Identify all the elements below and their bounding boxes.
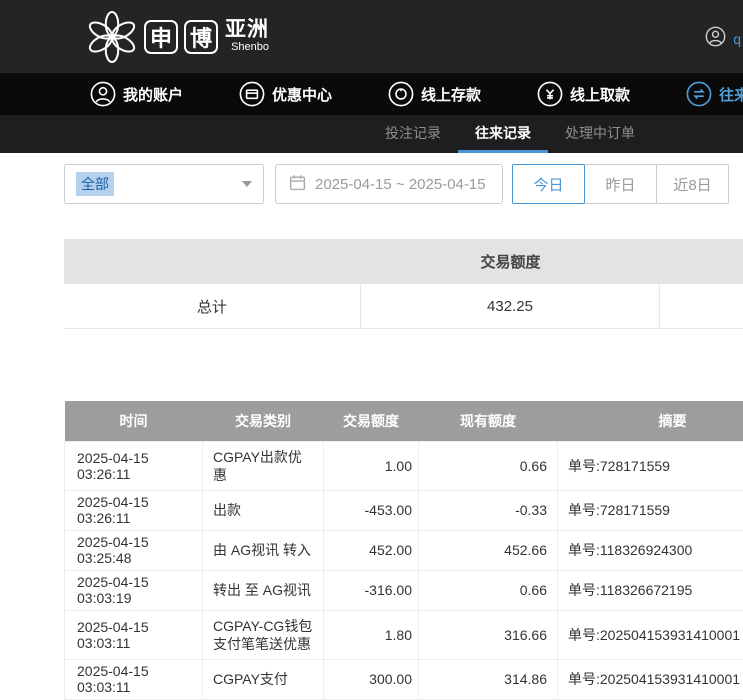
cell-type: CGPAY支付 [203, 659, 324, 699]
cell-time: 2025-04-15 03:03:19 [65, 570, 203, 610]
summary-table: 交易额度 总计 432.25 [64, 239, 743, 329]
cell-summary: 单号:202504153931410001 [558, 610, 743, 659]
cell-balance: 314.86 [419, 659, 558, 699]
username[interactable]: q [733, 31, 741, 47]
deposit-coin-icon [388, 81, 414, 107]
yesterday-button[interactable]: 昨日 [584, 164, 657, 204]
cell-type: CGPAY出款优惠 [203, 441, 324, 490]
cell-time: 2025-04-15 03:03:11 [65, 659, 203, 699]
person-circle-icon[interactable] [705, 26, 726, 52]
cell-summary: 单号:728171559 [558, 490, 743, 530]
summary-header-empty [64, 239, 361, 284]
summary-total-label: 总计 [64, 284, 361, 328]
cell-balance: 452.66 [419, 530, 558, 570]
cell-amount: 1.00 [324, 441, 419, 490]
nav-item-transactions[interactable]: 往来记录 [686, 81, 743, 107]
last-8-days-button[interactable]: 近8日 [656, 164, 729, 204]
filter-bar: 全部 2025-04-15 ~ 2025-04-15 今日 昨日 近8日 [64, 164, 743, 204]
table-row: 2025-04-15 03:03:11 CGPAY支付 300.00 314.8… [65, 659, 743, 699]
sub-nav: 投注记录 往来记录 处理中订单 [0, 115, 743, 153]
date-range-picker[interactable]: 2025-04-15 ~ 2025-04-15 [275, 164, 503, 204]
subnav-item-betting-records[interactable]: 投注记录 [368, 115, 458, 153]
summary-total-row: 总计 432.25 [64, 284, 743, 329]
cell-summary: 单号:202504153931410001 [558, 659, 743, 699]
cell-summary: 单号:118326672195 [558, 570, 743, 610]
dropdown-value: 全部 [76, 172, 114, 196]
quick-date-buttons: 今日 昨日 近8日 [513, 164, 729, 204]
promo-icon [239, 81, 265, 107]
nav-item-withdraw[interactable]: 线上取款 [537, 81, 630, 107]
type-dropdown[interactable]: 全部 [64, 164, 264, 204]
cell-amount: 300.00 [324, 659, 419, 699]
summary-header-empty [660, 239, 743, 284]
cell-amount: 1.80 [324, 610, 419, 659]
chevron-down-icon [242, 181, 252, 187]
nav-item-label: 优惠中心 [272, 84, 332, 105]
cell-time: 2025-04-15 03:03:11 [65, 610, 203, 659]
nav-item-label: 我的账户 [123, 84, 183, 105]
nav-item-label: 线上取款 [570, 84, 630, 105]
cell-time: 2025-04-15 03:26:11 [65, 441, 203, 490]
cell-time: 2025-04-15 03:26:11 [65, 490, 203, 530]
table-row: 2025-04-15 03:25:48 由 AG视讯 转入 452.00 452… [65, 530, 743, 570]
logo-subtitle: Shenbo [225, 41, 269, 54]
logo-char-bo: 博 [184, 20, 218, 54]
cell-time: 2025-04-15 03:25:48 [65, 530, 203, 570]
column-header-type: 交易类别 [203, 401, 324, 441]
flower-logo-icon [86, 9, 138, 65]
cell-type: 出款 [203, 490, 324, 530]
column-header-time: 时间 [65, 401, 203, 441]
transfer-coin-icon [686, 81, 712, 107]
topbar: 申 博 亚洲 Shenbo q [0, 0, 743, 73]
logo-text: 亚洲 Shenbo [225, 19, 269, 54]
cell-balance: -0.33 [419, 490, 558, 530]
withdraw-coin-icon [537, 81, 563, 107]
subnav-item-transaction-records[interactable]: 往来记录 [458, 115, 548, 153]
subnav-item-processing-orders[interactable]: 处理中订单 [548, 115, 652, 153]
table-row: 2025-04-15 03:26:11 出款 -453.00 -0.33 单号:… [65, 490, 743, 530]
summary-total-value: 432.25 [361, 284, 660, 328]
cell-summary: 单号:118326924300 [558, 530, 743, 570]
date-range-text: 2025-04-15 ~ 2025-04-15 [315, 176, 486, 193]
column-header-summary: 摘要 [558, 401, 743, 441]
nav-item-label: 线上存款 [421, 84, 481, 105]
logo-char-shen: 申 [144, 20, 178, 54]
table-row: 2025-04-15 03:03:11 CGPAY-CG钱包支付笔笔送优惠 1.… [65, 610, 743, 659]
nav-item-label: 往来记录 [719, 84, 743, 105]
cell-summary: 单号:728171559 [558, 441, 743, 490]
cell-amount: 452.00 [324, 530, 419, 570]
table-header-row: 时间 交易类别 交易额度 现有额度 摘要 [65, 401, 743, 441]
cell-amount: -453.00 [324, 490, 419, 530]
cell-balance: 0.66 [419, 570, 558, 610]
cell-type: 转出 至 AG视讯 [203, 570, 324, 610]
main-nav: 我的账户 优惠中心 线上存款 线上取款 [0, 73, 743, 115]
user-icon [90, 81, 116, 107]
logo-region: 亚洲 [225, 19, 269, 41]
calendar-icon [289, 174, 306, 195]
summary-header-amount: 交易额度 [361, 239, 660, 284]
cell-type: CGPAY-CG钱包支付笔笔送优惠 [203, 610, 324, 659]
cell-balance: 316.66 [419, 610, 558, 659]
table-row: 2025-04-15 03:03:19 转出 至 AG视讯 -316.00 0.… [65, 570, 743, 610]
table-row: 2025-04-15 03:26:11 CGPAY出款优惠 1.00 0.66 … [65, 441, 743, 490]
today-button[interactable]: 今日 [512, 164, 585, 204]
logo[interactable]: 申 博 亚洲 Shenbo [86, 9, 269, 65]
nav-item-my-account[interactable]: 我的账户 [90, 81, 183, 107]
summary-total-empty [660, 284, 743, 328]
column-header-balance: 现有额度 [419, 401, 558, 441]
transactions-table: 时间 交易类别 交易额度 现有额度 摘要 2025-04-15 03:26:11… [64, 401, 743, 700]
user-area: q [705, 26, 741, 52]
summary-header-row: 交易额度 [64, 239, 743, 284]
nav-item-deposit[interactable]: 线上存款 [388, 81, 481, 107]
nav-item-promotions[interactable]: 优惠中心 [239, 81, 332, 107]
cell-amount: -316.00 [324, 570, 419, 610]
column-header-amount: 交易额度 [324, 401, 419, 441]
cell-balance: 0.66 [419, 441, 558, 490]
cell-type: 由 AG视讯 转入 [203, 530, 324, 570]
